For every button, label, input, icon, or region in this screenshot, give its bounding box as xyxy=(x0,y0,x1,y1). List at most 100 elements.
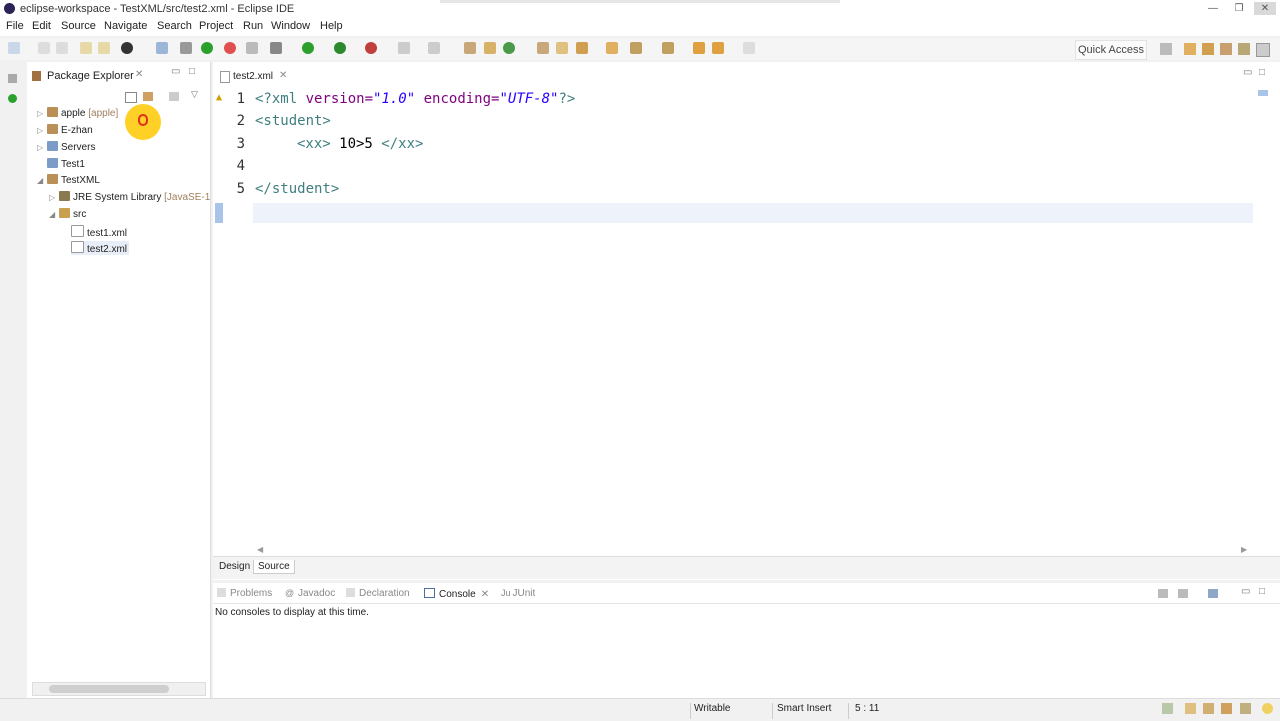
save-icon[interactable] xyxy=(38,42,50,54)
menu-project[interactable]: Project xyxy=(199,20,233,32)
minimize-view-icon[interactable]: ▭ xyxy=(171,66,180,77)
tree-item-e-zhan[interactable]: ▷ E-zhan xyxy=(37,124,93,136)
prev-annotation-icon[interactable] xyxy=(662,42,674,54)
open-console-dropdown-icon[interactable] xyxy=(1208,589,1218,598)
tree-item-src[interactable]: ◢ src xyxy=(49,208,86,220)
collapse-all-icon[interactable] xyxy=(125,92,137,103)
servers-view-icon[interactable] xyxy=(8,94,17,103)
open-console-icon[interactable] xyxy=(156,42,168,54)
stop-server-icon[interactable] xyxy=(224,42,236,54)
restore-icon[interactable] xyxy=(8,74,17,83)
package-explorer-tab[interactable]: Package Explorer ✕ xyxy=(27,65,147,87)
quick-access-field[interactable]: Quick Access xyxy=(1075,40,1147,60)
status-bar: Writable Smart Insert 5 : 11 xyxy=(0,698,1280,721)
menu-search[interactable]: Search xyxy=(157,20,192,32)
menu-help[interactable]: Help xyxy=(320,20,343,32)
display-console-icon[interactable] xyxy=(1178,589,1188,598)
open-task-icon[interactable] xyxy=(556,42,568,54)
outline-icon[interactable] xyxy=(1221,703,1232,714)
tab-junit[interactable]: Ju JUnit xyxy=(501,588,535,599)
maximize-console-icon[interactable]: □ xyxy=(1259,586,1265,597)
xml-declaration-open: <?xml xyxy=(255,91,306,107)
tab-javadoc[interactable]: @ Javadoc xyxy=(285,588,335,599)
tree-item-apple[interactable]: ▷ apple [apple] xyxy=(37,107,118,119)
run-coverage-icon[interactable] xyxy=(334,42,346,54)
tree-item-servers[interactable]: ▷ Servers xyxy=(37,141,95,153)
minimize-console-icon[interactable]: ▭ xyxy=(1241,586,1250,597)
run-icon[interactable] xyxy=(302,42,314,54)
tree-item-testxml[interactable]: ◢ TestXML xyxy=(37,174,100,186)
minimize-editor-icon[interactable]: ▭ xyxy=(1243,67,1252,78)
menu-file[interactable]: File xyxy=(6,20,24,32)
back-icon[interactable] xyxy=(693,42,705,54)
back-history-icon[interactable] xyxy=(712,42,724,54)
pin-console-icon[interactable] xyxy=(1158,589,1168,598)
tasks-icon[interactable] xyxy=(1185,703,1196,714)
save-all-icon[interactable] xyxy=(56,42,68,54)
horizontal-scrollbar[interactable] xyxy=(32,682,206,696)
focus-icon[interactable] xyxy=(169,92,179,101)
maximize-editor-icon[interactable]: □ xyxy=(1259,67,1265,78)
tools-icon[interactable] xyxy=(428,42,440,54)
new-package-icon[interactable] xyxy=(464,42,476,54)
tab-console[interactable]: Console ✕ xyxy=(424,588,489,600)
menu-navigate[interactable]: Navigate xyxy=(104,20,147,32)
scrollbar-thumb[interactable] xyxy=(49,685,169,693)
close-window-button[interactable]: ✕ xyxy=(1254,2,1276,15)
close-view-icon[interactable]: ✕ xyxy=(135,69,143,80)
menu-run[interactable]: Run xyxy=(243,20,263,32)
debug-perspective-icon[interactable] xyxy=(1220,43,1232,55)
java-perspective-icon[interactable] xyxy=(1202,43,1214,55)
tree-item-test1[interactable]: Test1 xyxy=(37,158,85,170)
external-tools-icon[interactable] xyxy=(365,42,377,54)
view-menu-icon[interactable]: ▽ xyxy=(191,89,198,100)
attr-value: "1.0" xyxy=(373,91,416,107)
debug-profile-icon[interactable] xyxy=(121,42,133,54)
tree-item-test2-xml[interactable]: test2.xml xyxy=(71,241,130,255)
skip-breakpoints-icon[interactable] xyxy=(180,42,192,54)
search-toolbar-icon[interactable] xyxy=(576,42,588,54)
forward-icon[interactable] xyxy=(743,42,755,54)
tab-design[interactable]: Design xyxy=(215,560,254,573)
tab-source[interactable]: Source xyxy=(253,560,295,574)
tab-problems[interactable]: Problems xyxy=(217,588,272,599)
print-icon[interactable] xyxy=(80,42,92,54)
annotation-icon[interactable] xyxy=(606,42,618,54)
scroll-right-arrow[interactable]: ▶ xyxy=(1241,545,1247,554)
search-view-icon[interactable] xyxy=(1240,703,1251,714)
menu-window[interactable]: Window xyxy=(271,20,310,32)
minimize-window-button[interactable]: — xyxy=(1202,2,1224,15)
link-with-editor-icon[interactable] xyxy=(143,92,153,101)
open-perspective-icon[interactable] xyxy=(1160,43,1172,55)
stop-icon[interactable] xyxy=(398,42,410,54)
new-item-icon[interactable] xyxy=(503,42,515,54)
scroll-left-arrow[interactable]: ◀ xyxy=(257,545,263,554)
editor-tab-test2-xml[interactable]: test2.xml ✕ xyxy=(213,65,291,89)
maximize-view-icon[interactable]: □ xyxy=(189,66,195,77)
maximize-window-button[interactable]: ❐ xyxy=(1228,2,1250,15)
new-icon[interactable] xyxy=(8,42,20,54)
start-server-icon[interactable] xyxy=(201,42,213,54)
menu-source[interactable]: Source xyxy=(61,20,96,32)
tree-item-test1-xml[interactable]: test1.xml xyxy=(71,225,127,239)
open-type-icon[interactable] xyxy=(537,42,549,54)
properties-icon[interactable] xyxy=(98,42,110,54)
tree-item-jre[interactable]: ▷ JRE System Library [JavaSE-1 xyxy=(49,191,210,203)
next-annotation-icon[interactable] xyxy=(630,42,642,54)
java-ee-perspective-icon[interactable] xyxy=(1184,43,1196,55)
menu-edit[interactable]: Edit xyxy=(32,20,51,32)
close-tab-icon[interactable]: ✕ xyxy=(279,70,287,81)
xml-perspective-icon[interactable] xyxy=(1256,43,1270,57)
debug-icon[interactable] xyxy=(270,42,282,54)
progress-icon[interactable] xyxy=(1162,703,1173,714)
bookmarks-icon[interactable] xyxy=(1203,703,1214,714)
tab-declaration[interactable]: Declaration xyxy=(346,588,410,599)
new-class-icon[interactable] xyxy=(484,42,496,54)
publish-icon[interactable] xyxy=(246,42,258,54)
mouse-cursor-highlight xyxy=(125,104,161,140)
attr-value: "UTF-8" xyxy=(499,91,559,107)
git-perspective-icon[interactable] xyxy=(1238,43,1250,55)
code-area[interactable]: ▲ 1 2 3 4 5 <?xml version="1.0" encoding… xyxy=(213,87,1268,547)
close-console-icon[interactable]: ✕ xyxy=(481,589,489,600)
tip-icon[interactable] xyxy=(1262,703,1273,714)
